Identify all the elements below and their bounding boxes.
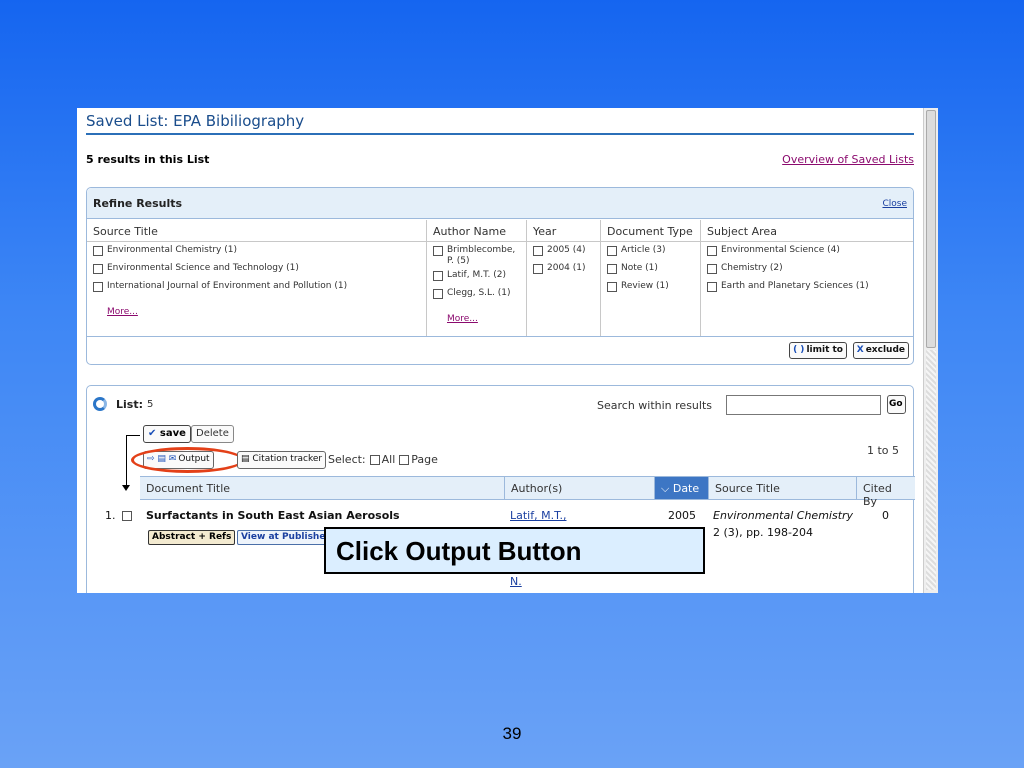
checkbox[interactable] bbox=[433, 246, 443, 256]
select-all-checkbox[interactable] bbox=[369, 455, 380, 465]
facet-item[interactable]: International Journal of Environment and… bbox=[93, 281, 420, 292]
facet-year: Year 2005 (4) 2004 (1) bbox=[527, 220, 601, 336]
facet-header: Source Title bbox=[87, 220, 426, 242]
results-count: 5 results in this List bbox=[86, 153, 210, 166]
facet-document-type: Document Type Article (3) Note (1) Revie… bbox=[601, 220, 701, 336]
view-at-publisher-button[interactable]: View at Publisher bbox=[237, 530, 334, 545]
facet-header: Document Type bbox=[601, 220, 700, 242]
facet-header: Author Name bbox=[427, 220, 526, 242]
save-button[interactable]: ✔ save bbox=[143, 425, 191, 443]
go-button[interactable]: Go bbox=[887, 395, 906, 414]
bracket-line bbox=[126, 435, 127, 489]
limit-to-button[interactable]: ( ) limit to bbox=[789, 342, 847, 359]
x-icon: X bbox=[856, 345, 864, 355]
list-count: 5 bbox=[147, 399, 154, 410]
tracker-icon: ▤ bbox=[241, 454, 253, 464]
facet-columns: Source Title Environmental Chemistry (1)… bbox=[87, 220, 913, 336]
facet-header: Year bbox=[527, 220, 600, 242]
highlight-oval bbox=[131, 447, 244, 473]
facet-item[interactable]: Clegg, S.L. (1) bbox=[433, 288, 520, 299]
facet-item[interactable]: Environmental Science and Technology (1) bbox=[93, 263, 420, 274]
refresh-list-icon bbox=[93, 397, 107, 411]
title-divider bbox=[86, 133, 914, 135]
facet-item[interactable]: 2005 (4) bbox=[533, 245, 594, 256]
col-source-title[interactable]: Source Title bbox=[708, 477, 856, 499]
facet-source-title: Source Title Environmental Chemistry (1)… bbox=[87, 220, 427, 336]
vertical-scrollbar[interactable] bbox=[923, 108, 938, 593]
delete-button[interactable]: Delete bbox=[191, 425, 234, 443]
author-more-link[interactable]: More... bbox=[447, 314, 478, 324]
refine-footer: ( ) limit to Xexclude bbox=[87, 336, 913, 365]
page-title: Saved List: EPA Bibiliography bbox=[86, 112, 305, 130]
checkbox[interactable] bbox=[433, 271, 443, 281]
abstract-refs-button[interactable]: Abstract + Refs bbox=[148, 530, 236, 545]
facet-item[interactable]: Environmental Chemistry (1) bbox=[93, 245, 420, 256]
checkbox[interactable] bbox=[707, 264, 717, 274]
down-arrow-icon bbox=[122, 485, 130, 491]
scrollbar-thumb[interactable] bbox=[926, 110, 936, 348]
scrollbar-track[interactable] bbox=[926, 350, 936, 590]
parentheses-icon: ( ) bbox=[793, 345, 805, 355]
row-checkbox[interactable] bbox=[121, 511, 132, 521]
browser-screenshot: Saved List: EPA Bibiliography 5 results … bbox=[77, 108, 938, 593]
citation-tracker-button[interactable]: ▤ Citation tracker bbox=[237, 451, 327, 469]
facet-subject-area: Subject Area Environmental Science (4) C… bbox=[701, 220, 913, 336]
close-refine-link[interactable]: Close bbox=[882, 199, 907, 209]
checkbox[interactable] bbox=[533, 264, 543, 274]
row-cited-by: 0 bbox=[882, 509, 889, 522]
check-icon: ✔ bbox=[148, 428, 157, 439]
refine-title: Refine Results bbox=[93, 197, 183, 210]
facet-item[interactable]: Brimblecombe, P. (5) bbox=[433, 245, 520, 267]
col-cited-by[interactable]: Cited By bbox=[856, 477, 915, 508]
facet-item[interactable]: Chemistry (2) bbox=[707, 263, 907, 274]
search-within-input[interactable] bbox=[726, 395, 881, 415]
slide: { "page": { "title": "Saved List: EPA Bi… bbox=[0, 0, 1024, 768]
refine-results-panel: Refine Results Close Source Title Enviro… bbox=[86, 187, 914, 365]
refine-header: Refine Results Close bbox=[87, 188, 913, 219]
row-source-detail: 2 (3), pp. 198-204 bbox=[713, 526, 813, 539]
bracket-line bbox=[126, 435, 140, 436]
overview-saved-lists-link[interactable]: Overview of Saved Lists bbox=[782, 153, 914, 166]
select-page-checkbox[interactable] bbox=[399, 455, 410, 465]
checkbox[interactable] bbox=[607, 282, 617, 292]
checkbox[interactable] bbox=[533, 246, 543, 256]
row-number: 1. bbox=[105, 509, 136, 522]
row-source-title: Environmental Chemistry bbox=[713, 509, 854, 522]
facet-item[interactable]: Note (1) bbox=[607, 263, 694, 274]
row-date: 2005 bbox=[668, 509, 696, 522]
checkbox[interactable] bbox=[707, 246, 717, 256]
list-label: List: bbox=[116, 398, 143, 411]
col-authors[interactable]: Author(s) bbox=[504, 477, 654, 499]
results-table-header: Document Title Author(s) ⌵ Date Source T… bbox=[140, 476, 915, 508]
facet-item[interactable]: 2004 (1) bbox=[533, 263, 594, 274]
checkbox[interactable] bbox=[93, 264, 103, 274]
facet-author-name: Author Name Brimblecombe, P. (5) Latif, … bbox=[427, 220, 527, 336]
source-more-link[interactable]: More... bbox=[107, 307, 138, 317]
callout-text: Click Output Button bbox=[336, 536, 582, 566]
document-title[interactable]: Surfactants in South East Asian Aerosols bbox=[146, 509, 400, 522]
checkbox[interactable] bbox=[607, 246, 617, 256]
sort-desc-icon: ⌵ bbox=[661, 482, 673, 495]
select-controls: Select: All Page bbox=[328, 453, 438, 466]
facet-item[interactable]: Earth and Planetary Sciences (1) bbox=[707, 281, 907, 292]
facet-item[interactable]: Latif, M.T. (2) bbox=[433, 270, 520, 281]
facet-item[interactable]: Article (3) bbox=[607, 245, 694, 256]
checkbox[interactable] bbox=[93, 282, 103, 292]
instruction-callout: Click Output Button bbox=[324, 527, 705, 574]
checkbox[interactable] bbox=[707, 282, 717, 292]
checkbox[interactable] bbox=[433, 289, 443, 299]
checkbox[interactable] bbox=[93, 246, 103, 256]
slide-number: 39 bbox=[502, 724, 522, 743]
facet-item[interactable]: Environmental Science (4) bbox=[707, 245, 907, 256]
col-date[interactable]: ⌵ Date bbox=[654, 477, 708, 499]
author-link[interactable]: Latif, M.T., bbox=[510, 509, 567, 522]
author-link[interactable]: N. bbox=[510, 575, 522, 588]
facet-item[interactable]: Review (1) bbox=[607, 281, 694, 292]
exclude-button[interactable]: Xexclude bbox=[852, 342, 909, 359]
result-range: 1 to 5 bbox=[866, 444, 899, 457]
search-within-label: Search within results bbox=[597, 399, 713, 412]
facet-header: Subject Area bbox=[701, 220, 913, 242]
checkbox[interactable] bbox=[607, 264, 617, 274]
col-document-title[interactable]: Document Title bbox=[140, 477, 504, 499]
